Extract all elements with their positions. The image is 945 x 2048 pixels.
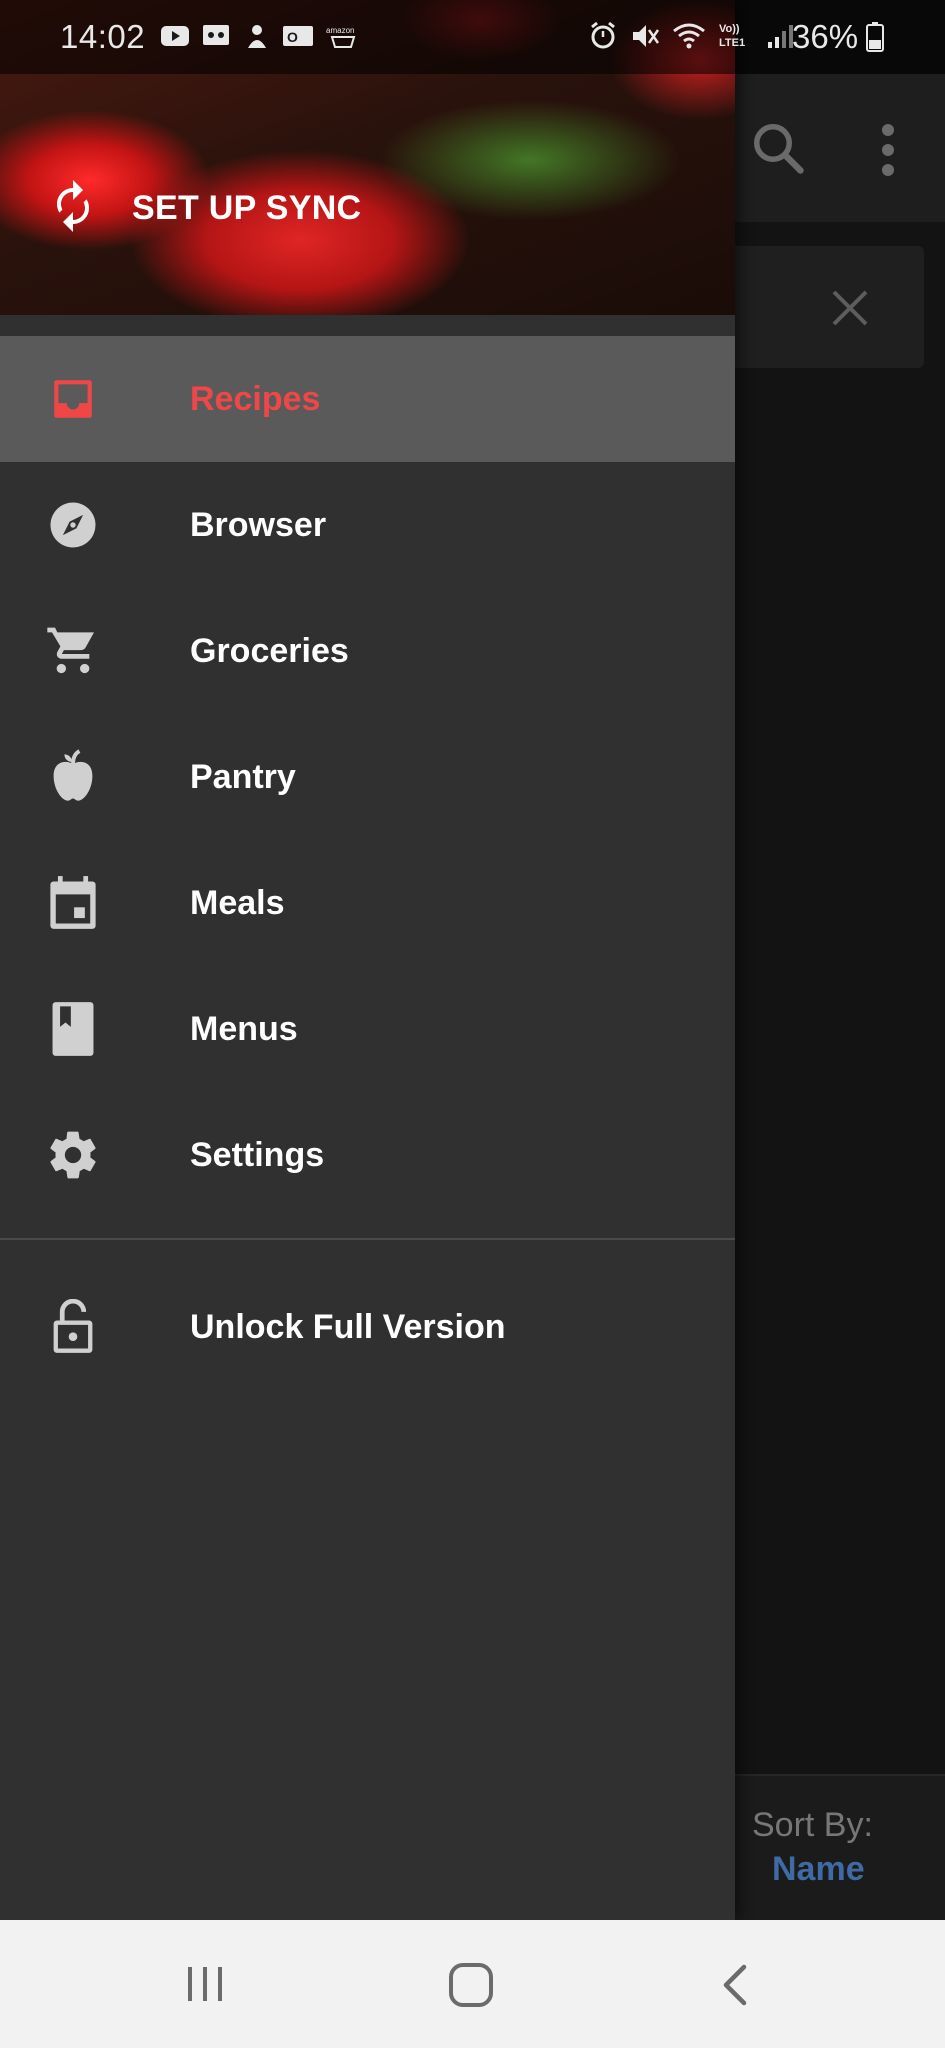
- sort-by-value[interactable]: Name: [772, 1850, 865, 1889]
- svg-text:Vo)): Vo)): [719, 23, 740, 35]
- close-icon[interactable]: [826, 284, 874, 332]
- drawer-item-label: Pantry: [190, 757, 296, 796]
- compass-icon: [45, 497, 101, 553]
- svg-text:amazon: amazon: [326, 26, 354, 35]
- svg-text:O: O: [287, 29, 298, 45]
- cart-icon: [45, 623, 101, 679]
- home-icon[interactable]: [448, 1962, 494, 2008]
- drawer-item-recipes[interactable]: Recipes: [0, 336, 735, 462]
- battery-icon: [866, 22, 884, 52]
- sort-by-label: Sort By:: [752, 1806, 873, 1844]
- lte-icon: Vo)) LTE1: [719, 23, 745, 49]
- alarm-icon: [591, 21, 615, 49]
- inbox-tray-icon: [45, 371, 101, 427]
- app-notification-icon: [248, 25, 266, 48]
- status-bar: 14:02 O amazon Vo)) LTE1 36%: [0, 0, 945, 74]
- system-nav-bar: [0, 1920, 945, 2048]
- drawer-item-label: Unlock Full Version: [190, 1307, 506, 1346]
- sync-icon: [57, 180, 89, 232]
- drawer-item-settings[interactable]: Settings: [0, 1092, 735, 1218]
- signal-icon: [768, 25, 793, 48]
- search-icon[interactable]: [748, 118, 808, 178]
- svg-text:LTE1: LTE1: [719, 37, 745, 49]
- more-options-icon[interactable]: [870, 120, 906, 180]
- apple-icon: [45, 749, 101, 805]
- set-up-sync-label: SET UP SYNC: [132, 188, 362, 227]
- notification-icons: O amazon: [160, 22, 360, 50]
- drawer-divider: [0, 1238, 735, 1240]
- status-time: 14:02: [60, 18, 146, 55]
- calendar-icon: [45, 875, 101, 931]
- drawer-item-label: Settings: [190, 1135, 325, 1174]
- recents-icon[interactable]: [184, 1964, 226, 2004]
- gear-icon: [45, 1127, 101, 1183]
- system-icons: Vo)) LTE1: [588, 20, 794, 52]
- drawer-menu: Recipes Browser Groceries Pantry Meals M…: [0, 336, 735, 1218]
- drawer-item-label: Groceries: [190, 631, 349, 670]
- drawer-item-label: Meals: [190, 883, 285, 922]
- drawer-item-menus[interactable]: Menus: [0, 966, 735, 1092]
- drawer-item-label: Recipes: [190, 379, 321, 418]
- amazon-icon: amazon: [326, 26, 356, 48]
- set-up-sync-button[interactable]: SET UP SYNC: [48, 180, 361, 236]
- drawer-item-unlock-full-version[interactable]: Unlock Full Version: [0, 1264, 735, 1390]
- drawer-item-meals[interactable]: Meals: [0, 840, 735, 966]
- wifi-icon: [673, 23, 705, 49]
- battery-percent: 36%: [792, 18, 859, 55]
- youtube-icon: [161, 26, 189, 46]
- back-icon[interactable]: [720, 1964, 750, 2006]
- drawer-item-label: Browser: [190, 505, 327, 544]
- drawer-item-browser[interactable]: Browser: [0, 462, 735, 588]
- filter-bar: [712, 246, 924, 368]
- drawer-item-pantry[interactable]: Pantry: [0, 714, 735, 840]
- drawer-item-label: Menus: [190, 1009, 298, 1048]
- unlock-icon: [45, 1299, 101, 1355]
- navigation-drawer: SET UP SYNC Recipes Browser Groceries Pa…: [0, 0, 735, 1920]
- mute-icon: [633, 25, 660, 47]
- voicemail-icon: [203, 25, 229, 45]
- drawer-item-groceries[interactable]: Groceries: [0, 588, 735, 714]
- book-icon: [45, 1001, 101, 1057]
- outlook-icon: O: [283, 26, 313, 46]
